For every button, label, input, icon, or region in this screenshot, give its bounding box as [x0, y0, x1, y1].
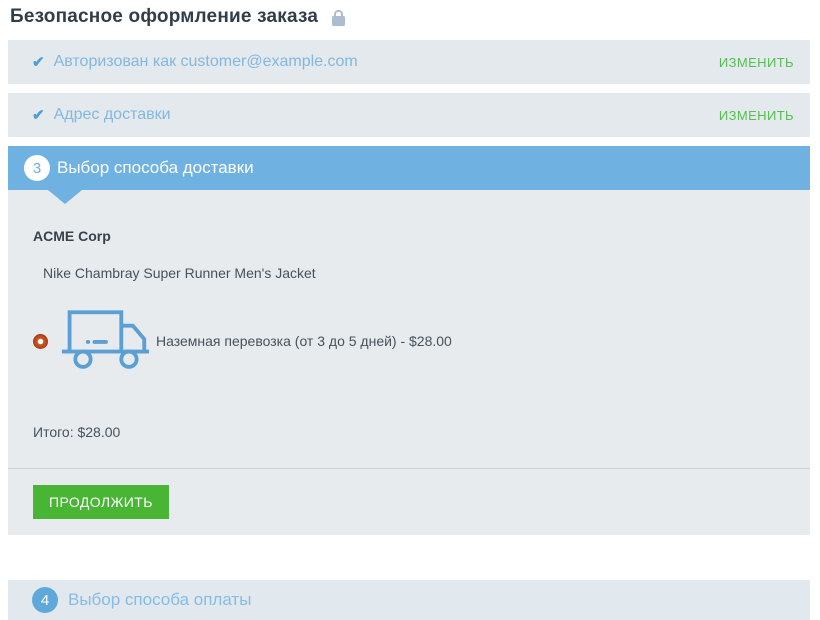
step-number-badge: 4 — [32, 587, 58, 613]
lock-icon — [331, 8, 346, 27]
vendor-name: ACME Corp — [33, 228, 785, 244]
edit-authorized-link[interactable]: ИЗМЕНИТЬ — [719, 55, 794, 70]
check-icon: ✔ — [32, 55, 45, 70]
product-name: Nike Chambray Super Runner Men's Jacket — [43, 265, 785, 281]
step-payment-panel: 4 Выбор способа оплаты — [8, 580, 810, 620]
authorized-label: Авторизован как customer@example.com — [54, 53, 358, 71]
page-title: Безопасное оформление заказа — [10, 6, 810, 28]
edit-address-link[interactable]: ИЗМЕНИТЬ — [719, 108, 794, 123]
check-icon: ✔ — [32, 108, 45, 123]
payment-section-title: Выбор способа оплаты — [68, 590, 251, 610]
step-number-badge: 3 — [24, 155, 50, 181]
shipping-section-title: Выбор способа доставки — [57, 158, 254, 178]
truck-icon — [60, 305, 150, 377]
step-shipping-panel: 3 Выбор способа доставки ACME Corp Nike … — [8, 146, 810, 535]
shipping-option-row[interactable]: Наземная перевозка (от 3 до 5 дней) - $2… — [33, 305, 785, 377]
address-label: Адрес доставки — [54, 106, 171, 124]
step-authorized-panel: ✔ Авторизован как customer@example.com И… — [8, 40, 810, 84]
shipping-option-label: Наземная перевозка (от 3 до 5 дней) - $2… — [156, 333, 452, 349]
shipping-section-header: 3 Выбор способа доставки — [8, 146, 810, 190]
shipping-total: Итого: $28.00 — [33, 424, 785, 440]
step-address-panel: ✔ Адрес доставки ИЗМЕНИТЬ — [8, 93, 810, 137]
shipping-section-footer: ПРОДОЛЖИТЬ — [8, 468, 810, 535]
page-title-text: Безопасное оформление заказа — [10, 6, 318, 28]
checkout-page: Безопасное оформление заказа ✔ Авторизов… — [0, 0, 820, 620]
continue-button[interactable]: ПРОДОЛЖИТЬ — [33, 485, 169, 519]
section-pointer — [48, 190, 82, 204]
shipping-option-radio[interactable] — [33, 334, 48, 349]
shipping-section-body: ACME Corp Nike Chambray Super Runner Men… — [8, 190, 810, 468]
